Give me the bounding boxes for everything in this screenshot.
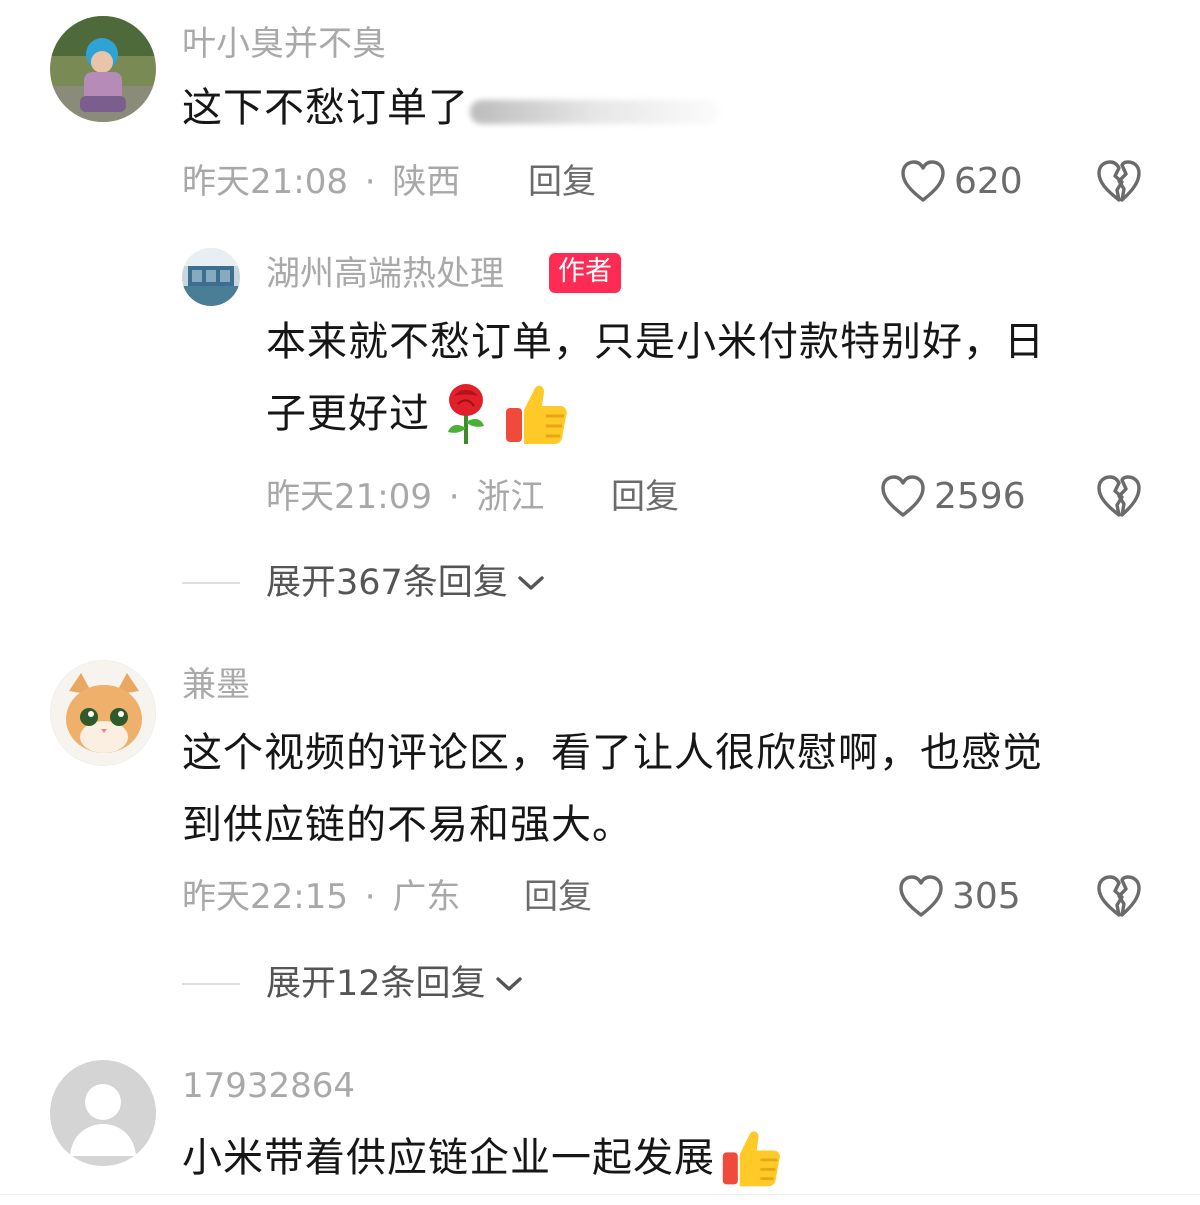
default-avatar-icon: [50, 1060, 156, 1166]
avatar-image: [182, 248, 240, 306]
comment-text: 这下不愁订单了: [182, 72, 469, 144]
comment-meta: 昨天21:08 · 陕西: [182, 162, 460, 202]
author-badge: 作者: [549, 253, 621, 293]
comment-location: 陕西: [392, 162, 461, 202]
user-avatar[interactable]: [50, 16, 156, 122]
comment-text-body: 小米带着供应链企业一起发展: [182, 1135, 715, 1181]
like-button[interactable]: 305: [898, 875, 1021, 919]
heart-outline-icon: [881, 475, 925, 517]
comment-meta: 昨天22:15 · 广东: [182, 877, 460, 917]
like-button[interactable]: 620: [900, 160, 1023, 204]
thumbs-up-emoji: [506, 385, 567, 444]
heart-outline-icon: [901, 160, 945, 202]
meta-separator: ·: [448, 477, 460, 517]
reply-button[interactable]: 回复: [524, 877, 592, 917]
dislike-button[interactable]: [1096, 475, 1142, 523]
expand-replies-label: 展开12条回复: [266, 964, 486, 1004]
avatar-image: [50, 16, 156, 122]
comment-username[interactable]: 叶小臭并不臭: [182, 24, 386, 64]
reply-text-body: 子更好过: [266, 391, 430, 437]
expand-replies-button[interactable]: 展开367条回复: [266, 563, 546, 603]
reply-username[interactable]: 湖州高端热处理: [266, 254, 504, 294]
comment-username[interactable]: 17932864: [182, 1066, 355, 1106]
meta-separator: ·: [364, 162, 376, 202]
broken-heart-icon: [1097, 160, 1141, 202]
avatar-image: [51, 661, 155, 765]
thumbs-up-emoji: [722, 1131, 780, 1187]
comment-timestamp: 昨天22:15: [182, 877, 348, 917]
comment-text-body: 这下不愁订单了: [182, 85, 469, 131]
expand-divider: [182, 983, 240, 985]
chevron-down-icon: [518, 576, 544, 590]
reply-meta: 昨天21:09 · 浙江: [266, 477, 544, 517]
reply-button[interactable]: 回复: [528, 162, 596, 202]
like-count: 620: [954, 161, 1023, 202]
dislike-button[interactable]: [1096, 160, 1142, 208]
comment-username[interactable]: 兼墨: [182, 665, 250, 705]
chevron-down-icon: [495, 977, 522, 991]
user-avatar[interactable]: [50, 1060, 156, 1166]
comment-text-line: 到供应链的不易和强大。: [182, 802, 633, 848]
reply-text: 本来就不愁订单，只是小米付款特别好，日 子更好过: [266, 306, 1146, 450]
blurred-text: [470, 100, 720, 124]
like-count: 2596: [934, 476, 1026, 517]
broken-heart-icon: [1097, 475, 1141, 517]
broken-heart-icon: [1097, 875, 1141, 917]
comment-text-line: 这个视频的评论区，看了让人很欣慰啊，也感觉: [182, 730, 1043, 776]
heart-outline-icon: [899, 875, 943, 917]
expand-divider: [182, 582, 240, 584]
reply-text-line: 本来就不愁订单，只是小米付款特别好，日: [266, 319, 1045, 365]
user-avatar[interactable]: [50, 660, 156, 766]
comment-timestamp: 昨天21:08: [182, 162, 348, 202]
reply-button[interactable]: 回复: [611, 477, 679, 517]
reply-text-line: 子更好过: [266, 378, 1146, 450]
meta-separator: ·: [364, 877, 376, 917]
rose-emoji: [448, 384, 484, 444]
like-count: 305: [952, 876, 1021, 917]
reply-location: 浙江: [476, 477, 545, 517]
like-button[interactable]: 2596: [880, 475, 1026, 519]
bottom-divider: [0, 1194, 1200, 1195]
expand-replies-label: 展开367条回复: [266, 563, 508, 603]
comment-text: 这个视频的评论区，看了让人很欣慰啊，也感觉 到供应链的不易和强大。: [182, 717, 1162, 861]
reply-timestamp: 昨天21:09: [266, 477, 432, 517]
dislike-button[interactable]: [1096, 875, 1142, 923]
comment-text: 小米带着供应链企业一起发展: [182, 1122, 783, 1194]
comment-location: 广东: [392, 877, 461, 917]
user-avatar[interactable]: [182, 248, 240, 306]
expand-replies-button[interactable]: 展开12条回复: [266, 964, 524, 1004]
